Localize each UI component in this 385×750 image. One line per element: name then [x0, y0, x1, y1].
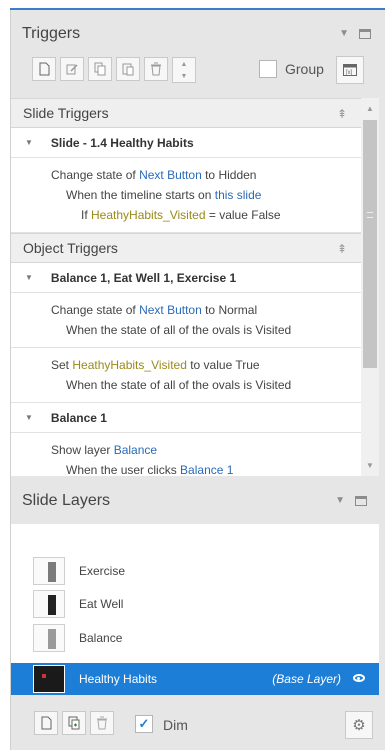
layer-row[interactable]: Eat Well — [11, 588, 379, 620]
trigger-group-row[interactable]: ▼ Balance 1 — [11, 403, 361, 433]
layers-panel-controls: ▼ — [335, 495, 367, 506]
layer-name: Healthy Habits — [79, 672, 158, 686]
trash-icon — [97, 716, 107, 730]
group-label: Group — [285, 61, 324, 77]
layer-name: Balance — [79, 631, 123, 645]
delete-trigger-button[interactable] — [144, 57, 168, 81]
variable-link[interactable]: HeathyHabits_Visited — [72, 358, 187, 372]
base-layer-row[interactable]: Healthy Habits (Base Layer) — [11, 663, 379, 695]
paste-trigger-button[interactable] — [116, 57, 140, 81]
layer-name: Exercise — [79, 564, 126, 578]
new-layer-button[interactable] — [34, 711, 58, 735]
slide-triggers-header[interactable]: Slide Triggers ⇞ — [11, 98, 361, 128]
expand-triangle-icon[interactable]: ▼ — [25, 413, 33, 422]
trigger-group-row[interactable]: ▼ Slide - 1.4 Healthy Habits — [11, 128, 361, 158]
trigger-action: Set HeathyHabits_Visited to value True — [51, 358, 260, 372]
layer-row[interactable]: Balance — [11, 622, 379, 654]
new-document-icon — [41, 716, 52, 730]
scrollbar-thumb[interactable] — [363, 120, 377, 368]
layer-thumbnail — [33, 590, 65, 618]
trigger-condition-if: If HeathyHabits_Visited = value False — [81, 208, 281, 222]
gear-icon: ⚙ — [352, 717, 366, 734]
delete-layer-button[interactable] — [90, 711, 114, 735]
slide-layers-header: Slide Layers ▼ — [11, 476, 379, 524]
expand-triangle-icon[interactable]: ▼ — [25, 138, 33, 147]
scroll-up-arrow-icon[interactable]: ▲ — [366, 104, 374, 113]
object-triggers-title: Object Triggers — [23, 240, 118, 256]
triggers-panel-controls: ▼ — [339, 28, 371, 39]
trigger-condition-when: When the user clicks Balance 1 — [66, 463, 234, 476]
paste-icon — [122, 63, 134, 76]
layer-properties-button[interactable]: ⚙ — [345, 711, 373, 739]
copy-trigger-button[interactable] — [88, 57, 112, 81]
trigger-group-title: Balance 1 — [50, 410, 107, 425]
edit-icon — [66, 64, 78, 75]
panel-menu-arrow-icon[interactable]: ▼ — [335, 495, 345, 506]
float-window-icon[interactable] — [355, 495, 367, 506]
slide-triggers-title: Slide Triggers — [23, 105, 109, 121]
group-toggle[interactable]: Group — [259, 60, 324, 78]
trigger-action: Change state of Next Button to Normal — [51, 303, 258, 317]
group-checkbox[interactable] — [259, 60, 277, 78]
collapse-icon[interactable]: ⇞ — [337, 242, 347, 256]
trash-icon — [151, 62, 161, 76]
trigger-action: Change state of Next Button to Hidden — [51, 168, 257, 182]
trigger-link[interactable]: Balance 1 — [180, 463, 233, 476]
scroll-down-arrow-icon[interactable]: ▼ — [366, 461, 374, 470]
checkmark-icon: ✓ — [138, 716, 150, 731]
group-options-button[interactable]: [x] — [336, 56, 364, 84]
trigger-link[interactable]: this slide — [215, 188, 262, 202]
move-trigger-stepper[interactable]: ▲ ▼ — [172, 57, 196, 83]
new-document-icon — [39, 62, 50, 76]
move-down-icon[interactable]: ▼ — [173, 70, 195, 82]
layer-name: Eat Well — [79, 597, 124, 611]
triggers-scrollbar[interactable]: ▲ ▼ — [361, 98, 379, 476]
trigger-condition-when: When the state of all of the ovals is Vi… — [66, 378, 292, 392]
trigger-group-row[interactable]: ▼ Balance 1, Eat Well 1, Exercise 1 — [11, 263, 361, 293]
base-layer-tag: (Base Layer) — [272, 672, 341, 686]
trigger-condition-when: When the timeline starts on this slide — [66, 188, 262, 202]
float-window-icon[interactable] — [359, 28, 371, 39]
expand-triangle-icon[interactable]: ▼ — [25, 273, 33, 282]
svg-text:[x]: [x] — [346, 70, 353, 76]
dim-label: Dim — [163, 717, 188, 733]
layer-row[interactable]: Exercise — [11, 555, 379, 587]
triggers-toolbar: ▲ ▼ — [32, 57, 196, 83]
duplicate-layer-button[interactable] — [62, 711, 86, 735]
trigger-link[interactable]: Next Button — [139, 303, 202, 317]
trigger-action: Show layer Balance — [51, 443, 158, 457]
move-up-icon[interactable]: ▲ — [173, 58, 195, 70]
trigger-item[interactable]: Show layer Balance When the user clicks … — [11, 433, 361, 476]
layers-list: Exercise Eat Well Balance Healthy Habits… — [11, 524, 379, 695]
slide-layers-title: Slide Layers — [22, 492, 111, 509]
layer-thumbnail — [33, 624, 65, 652]
trigger-item[interactable]: Set HeathyHabits_Visited to value True W… — [11, 348, 361, 403]
panel-menu-arrow-icon[interactable]: ▼ — [339, 28, 349, 39]
variables-icon: [x] — [343, 64, 357, 76]
trigger-item[interactable]: Change state of Next Button to Hidden Wh… — [11, 158, 361, 233]
variable-link[interactable]: HeathyHabits_Visited — [91, 208, 206, 222]
collapse-icon[interactable]: ⇞ — [337, 107, 347, 121]
grip-icon — [367, 212, 373, 218]
trigger-link[interactable]: Balance — [114, 443, 157, 457]
edit-trigger-button[interactable] — [60, 57, 84, 81]
object-triggers-header[interactable]: Object Triggers ⇞ — [11, 233, 361, 263]
triggers-panel-title: Triggers — [22, 25, 81, 42]
duplicate-icon — [68, 716, 80, 730]
trigger-condition-when: When the state of all of the ovals is Vi… — [66, 323, 292, 337]
trigger-group-title: Balance 1, Eat Well 1, Exercise 1 — [50, 270, 237, 285]
layer-thumbnail — [33, 665, 65, 693]
layer-thumbnail — [33, 557, 65, 585]
trigger-link[interactable]: Next Button — [139, 168, 202, 182]
new-trigger-button[interactable] — [32, 57, 56, 81]
trigger-group-title: Slide - 1.4 Healthy Habits — [50, 135, 194, 150]
dim-checkbox[interactable]: ✓ — [135, 715, 153, 733]
triggers-list: Slide Triggers ⇞ ▼ Slide - 1.4 Healthy H… — [11, 98, 361, 476]
trigger-item[interactable]: Change state of Next Button to Normal Wh… — [11, 293, 361, 348]
eye-icon[interactable] — [353, 674, 365, 682]
copy-icon — [94, 62, 106, 76]
layers-toolbar: ✓ Dim ⚙ — [11, 700, 379, 748]
